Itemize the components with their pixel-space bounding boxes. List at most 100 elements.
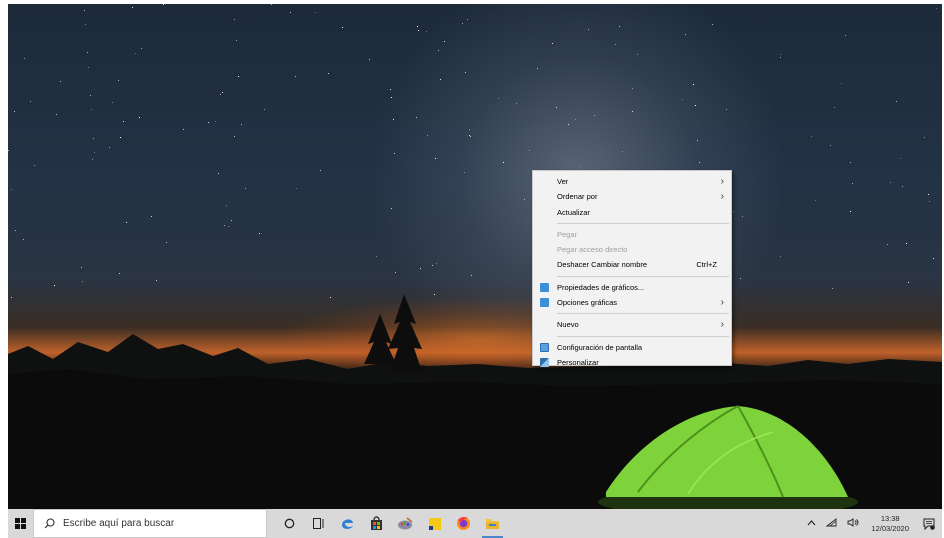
star — [556, 107, 557, 108]
star — [123, 121, 124, 122]
volume-button[interactable] — [842, 518, 864, 529]
menu-item-ver[interactable]: Ver › — [533, 174, 731, 189]
star — [84, 10, 85, 11]
star — [588, 29, 589, 30]
star — [418, 30, 419, 31]
star — [465, 72, 466, 73]
star — [220, 94, 221, 95]
star — [87, 52, 88, 53]
glowing-tent — [598, 405, 858, 509]
star — [245, 188, 246, 189]
star — [259, 233, 260, 234]
star — [222, 92, 223, 93]
menu-item-actualizar[interactable]: Actualizar — [533, 205, 731, 220]
star — [850, 211, 851, 212]
pine-trees — [364, 294, 422, 372]
star — [462, 23, 463, 24]
action-center-button[interactable] — [916, 518, 942, 530]
menu-item-deshacer[interactable]: Deshacer Cambiar nombre Ctrl+Z — [533, 257, 731, 272]
star — [54, 285, 55, 286]
star — [438, 50, 439, 51]
cortana-button[interactable] — [275, 509, 304, 538]
menu-item-label: Personalizar — [557, 357, 599, 367]
search-placeholder: Escribe aquí para buscar — [63, 518, 175, 529]
taskbar-app-firefox[interactable] — [449, 509, 478, 538]
star — [14, 111, 15, 112]
task-view-button[interactable] — [304, 509, 333, 538]
star — [780, 256, 781, 257]
taskbar-app-edge[interactable] — [333, 509, 362, 538]
star — [632, 88, 633, 89]
star — [94, 152, 95, 153]
star — [832, 288, 833, 289]
menu-item-nuevo[interactable]: Nuevo › — [533, 317, 731, 332]
star — [740, 278, 741, 279]
star — [928, 194, 929, 195]
star — [726, 109, 727, 110]
star — [234, 19, 235, 20]
menu-item-label: Nuevo — [557, 320, 579, 330]
star — [890, 182, 891, 183]
start-button[interactable] — [8, 509, 33, 538]
menu-item-propiedades-graficos[interactable]: Propiedades de gráficos... — [533, 280, 731, 295]
star — [271, 4, 272, 5]
star — [224, 225, 225, 226]
paint-icon — [398, 517, 413, 530]
star — [135, 53, 136, 54]
chevron-up-icon — [808, 520, 816, 526]
star — [733, 211, 734, 212]
star — [471, 275, 472, 276]
star — [226, 205, 227, 206]
taskbar-app-store[interactable] — [362, 509, 391, 538]
star — [622, 151, 623, 152]
star — [15, 230, 16, 231]
star — [529, 150, 530, 151]
star — [208, 122, 209, 123]
star — [900, 158, 901, 159]
show-hidden-icons-button[interactable] — [802, 519, 821, 528]
star — [811, 136, 812, 137]
taskbar-app-paint[interactable] — [391, 509, 420, 538]
star — [132, 7, 133, 8]
taskbar-app-file-explorer[interactable] — [478, 509, 507, 538]
desktop-wallpaper[interactable] — [8, 4, 942, 509]
shortcut-label: Ctrl+Z — [696, 260, 717, 270]
star — [109, 147, 110, 148]
star — [936, 8, 937, 9]
menu-item-ordenar-por[interactable]: Ordenar por › — [533, 189, 731, 204]
star — [393, 119, 394, 120]
edge-icon — [342, 519, 353, 529]
star — [295, 76, 296, 77]
star — [852, 183, 853, 184]
star — [119, 273, 120, 274]
star — [85, 24, 86, 25]
star — [231, 220, 232, 221]
wifi-icon — [826, 518, 837, 527]
star — [391, 208, 392, 209]
star — [264, 109, 265, 110]
display-icon — [540, 342, 549, 352]
star — [503, 162, 504, 163]
network-button[interactable] — [821, 518, 842, 529]
clock-date: 12/03/2020 — [871, 523, 909, 533]
star — [440, 79, 441, 80]
taskbar-search-box[interactable]: Escribe aquí para buscar — [33, 509, 267, 538]
menu-item-opciones-graficas[interactable]: Opciones gráficas › — [533, 295, 731, 310]
star — [464, 172, 465, 173]
menu-item-personalizar[interactable]: Personalizar — [533, 355, 731, 370]
menu-separator — [557, 335, 729, 337]
star — [23, 239, 24, 240]
star — [92, 159, 93, 160]
personalize-icon — [540, 357, 549, 367]
star — [780, 57, 781, 58]
star — [841, 83, 842, 84]
star — [436, 263, 437, 264]
taskbar-app-sticky-notes[interactable] — [420, 509, 449, 538]
star — [90, 95, 91, 96]
star — [218, 173, 219, 174]
menu-item-configuracion-pantalla[interactable]: Configuración de pantalla — [533, 340, 731, 355]
menu-item-label: Ordenar por — [557, 192, 598, 202]
clock[interactable]: 13:38 12/03/2020 — [864, 514, 916, 534]
star — [156, 280, 157, 281]
star — [215, 121, 216, 122]
